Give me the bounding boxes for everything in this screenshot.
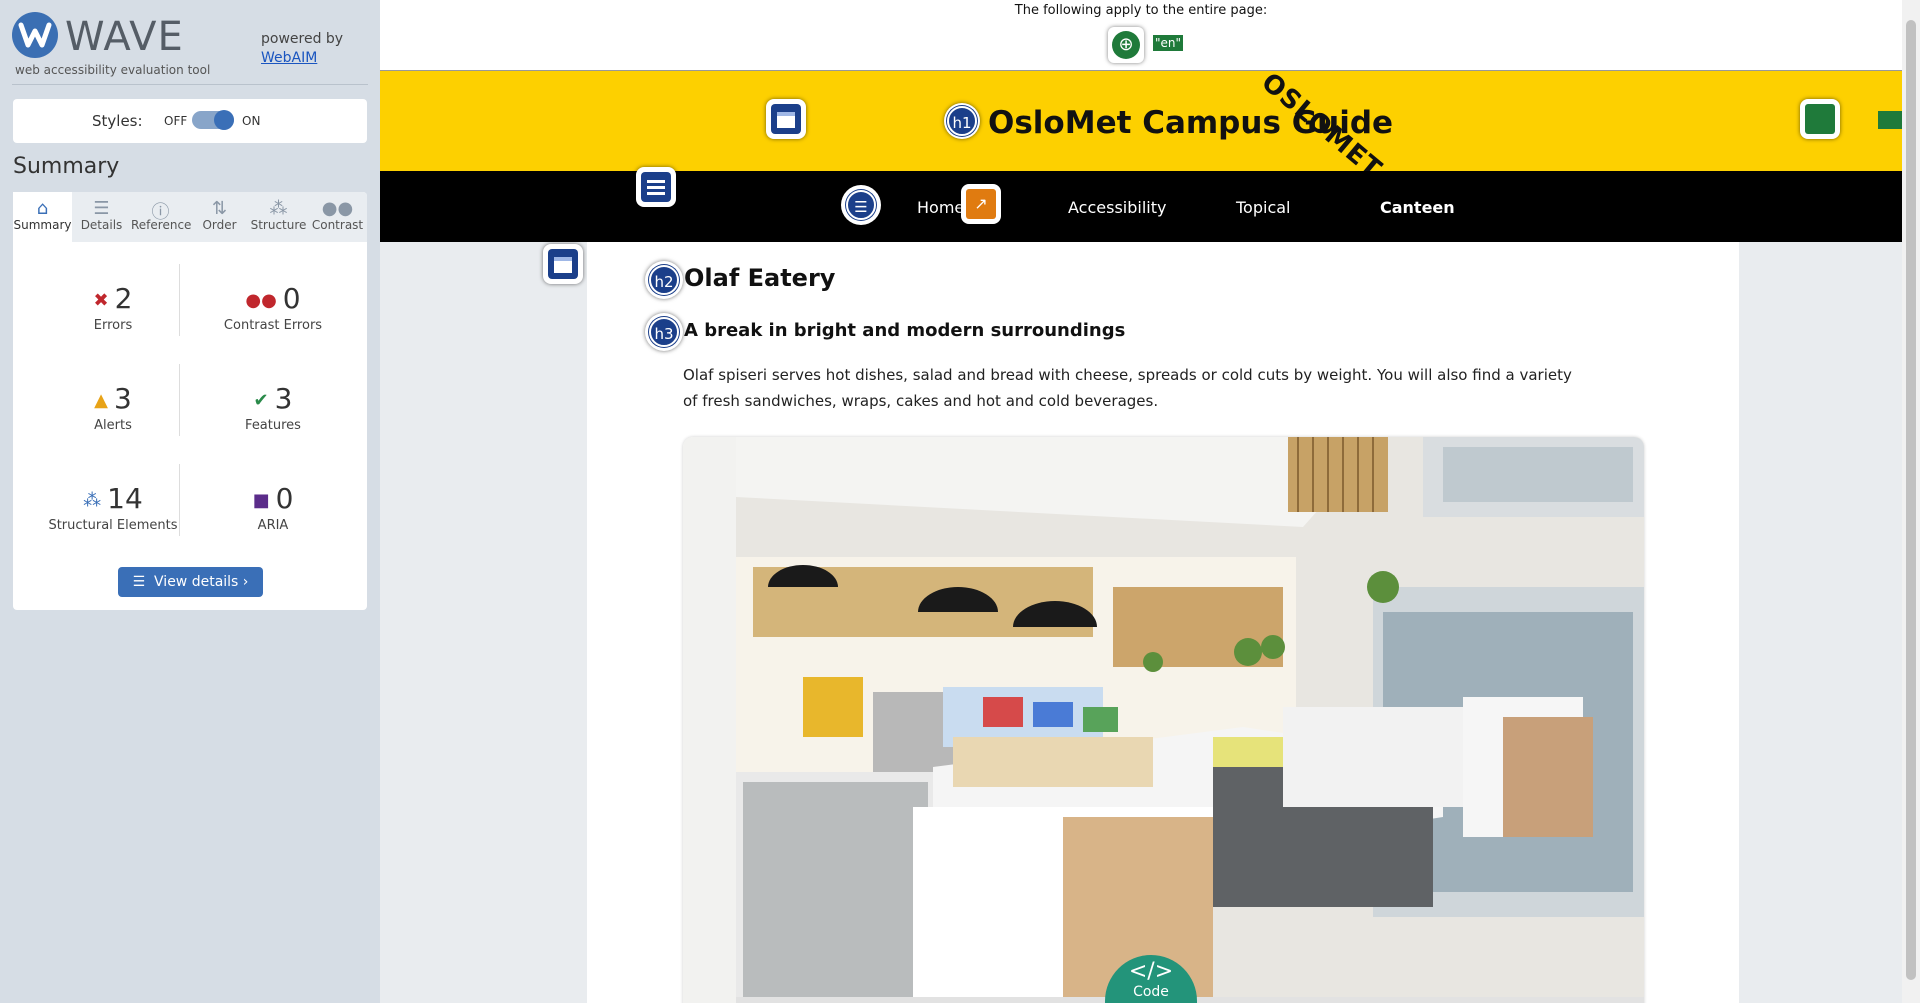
- structural-count: 14: [107, 482, 143, 515]
- h1-icon[interactable]: h1: [944, 103, 980, 139]
- tab-order[interactable]: ⇅ Order: [190, 192, 249, 242]
- styles-on-label: ON: [242, 114, 261, 128]
- stat-divider: [179, 464, 180, 536]
- structure-icon: ⁂: [269, 198, 288, 219]
- page-scrollbar[interactable]: [1902, 0, 1920, 1003]
- stat-features[interactable]: ✔ 3 Features: [193, 382, 353, 433]
- stat-contrast-errors[interactable]: ●● 0 Contrast Errors: [193, 282, 353, 333]
- alerts-label: Alerts: [94, 418, 132, 433]
- structural-label: Structural Elements: [48, 518, 178, 533]
- stat-divider: [179, 364, 180, 436]
- wave-title: WAVE: [65, 14, 184, 60]
- tab-label: Summary: [13, 218, 72, 232]
- webaim-link[interactable]: WebAIM: [261, 50, 317, 66]
- styles-toggle-box: Styles: OFF ON: [13, 99, 367, 143]
- view-details-button[interactable]: ☰ View details ›: [118, 567, 263, 597]
- aria-count: 0: [275, 482, 294, 515]
- tab-label: Order: [202, 218, 237, 232]
- canteen-photo: [683, 437, 1644, 1003]
- page-notice-text: The following apply to the entire page:: [1014, 3, 1268, 18]
- code-icon: </>: [1128, 959, 1174, 984]
- intro-paragraph: Olaf spiseri serves hot dishes, salad an…: [683, 366, 1572, 410]
- link-alert-icon[interactable]: ↗: [961, 184, 1001, 224]
- scrollbar-thumb[interactable]: [1906, 20, 1916, 980]
- main-region-icon[interactable]: [543, 244, 583, 284]
- tab-label: Structure: [250, 218, 307, 232]
- stat-errors[interactable]: ✖ 2 Errors: [33, 282, 193, 333]
- error-icon: ✖: [93, 289, 109, 311]
- evaluated-page: The following apply to the entire page: …: [380, 0, 1902, 1003]
- code-toggle-button[interactable]: </> Code: [1105, 955, 1197, 1003]
- tab-label: Reference: [131, 218, 192, 232]
- wave-sidebar: WAVE web accessibility evaluation tool p…: [0, 0, 380, 1003]
- wave-subtitle: web accessibility evaluation tool: [15, 63, 211, 77]
- errors-label: Errors: [93, 318, 133, 333]
- h3-icon[interactable]: h3: [645, 313, 683, 351]
- list-icon: ☰: [93, 198, 110, 219]
- site-header: h1 OsloMet Campus Guide OSLOMET: [380, 67, 1902, 185]
- wave-logo-icon: [12, 12, 58, 58]
- tab-details[interactable]: ☰ Details: [72, 192, 131, 242]
- contrast-error-icon: ●●: [245, 289, 277, 311]
- structure-icon: ⁂: [83, 489, 102, 511]
- language-globe-icon[interactable]: ⊕: [1108, 27, 1144, 63]
- toggle-knob: [214, 110, 234, 130]
- alert-icon: ▲: [94, 389, 108, 411]
- page-heading: Olaf Eatery: [684, 264, 836, 292]
- order-icon: ⇅: [211, 198, 228, 219]
- powered-by-label: powered by: [261, 31, 344, 47]
- stat-divider: [179, 264, 180, 336]
- h2-icon[interactable]: h2: [645, 261, 683, 299]
- styles-off-label: OFF: [164, 114, 188, 128]
- stat-structural[interactable]: ⁂ 14 Structural Elements: [33, 482, 193, 533]
- tab-contrast[interactable]: ●● Contrast: [308, 192, 367, 242]
- list-icon: ☰: [132, 574, 155, 590]
- wave-tabs: ⌂ Summary ☰ Details ⓘ Reference ⇅ Order ⁂ Str…: [13, 192, 367, 242]
- contrast-errors-label: Contrast Errors: [223, 318, 323, 333]
- alerts-count: 3: [114, 382, 132, 415]
- tab-structure[interactable]: ⁂ Structure: [249, 192, 308, 242]
- main-navigation: ☰ Home ↗ Accessibility Topical Canteen: [380, 167, 1902, 242]
- nav-topical[interactable]: Topical: [1236, 198, 1291, 217]
- aria-cube-icon: ■: [252, 489, 270, 511]
- info-icon: ⓘ: [151, 202, 170, 223]
- page-notice-bar: The following apply to the entire page: …: [380, 0, 1902, 71]
- styles-label: Styles:: [92, 112, 143, 130]
- image-feature-icon[interactable]: [1800, 99, 1840, 139]
- errors-count: 2: [114, 282, 133, 315]
- page-subheading: A break in bright and modern surrounding…: [684, 320, 1126, 341]
- list-structure-icon[interactable]: ☰: [841, 185, 881, 225]
- header-region-icon[interactable]: [766, 99, 806, 139]
- contrast-icon: ●●: [321, 198, 354, 219]
- home-icon: ⌂: [36, 198, 49, 219]
- features-count: 3: [274, 382, 293, 415]
- main-content: h2 Olaf Eatery h3 A break in bright and …: [587, 242, 1739, 1003]
- tab-reference[interactable]: ⓘ Reference: [131, 192, 192, 242]
- alt-feature-icon[interactable]: [1878, 111, 1902, 129]
- styles-toggle[interactable]: [192, 110, 234, 130]
- view-details-label: View details ›: [154, 574, 249, 590]
- powered-by: powered by WebAIM: [261, 30, 343, 68]
- nav-home[interactable]: Home: [917, 198, 964, 217]
- nav-accessibility[interactable]: Accessibility: [1068, 198, 1166, 217]
- tab-label: Contrast: [311, 218, 364, 232]
- stat-aria[interactable]: ■ 0 ARIA: [193, 482, 353, 533]
- features-label: Features: [245, 418, 301, 433]
- divider: [12, 84, 368, 85]
- tab-label: Details: [80, 218, 123, 232]
- contrast-errors-count: 0: [282, 282, 301, 315]
- tab-summary[interactable]: ⌂ Summary: [13, 192, 72, 242]
- aria-label: ARIA: [257, 518, 289, 533]
- nav-region-icon[interactable]: [636, 167, 676, 207]
- language-tag: "en": [1153, 35, 1184, 51]
- stat-alerts[interactable]: ▲ 3 Alerts: [33, 382, 193, 433]
- summary-panel: ⌂ Summary ☰ Details ⓘ Reference ⇅ Order ⁂ Str…: [13, 192, 367, 610]
- summary-heading: Summary: [13, 154, 120, 179]
- feature-check-icon: ✔: [253, 389, 269, 411]
- canteen-photo-illustration: [683, 437, 1644, 1003]
- code-label: Code: [1133, 984, 1169, 1000]
- nav-canteen[interactable]: Canteen: [1380, 198, 1455, 217]
